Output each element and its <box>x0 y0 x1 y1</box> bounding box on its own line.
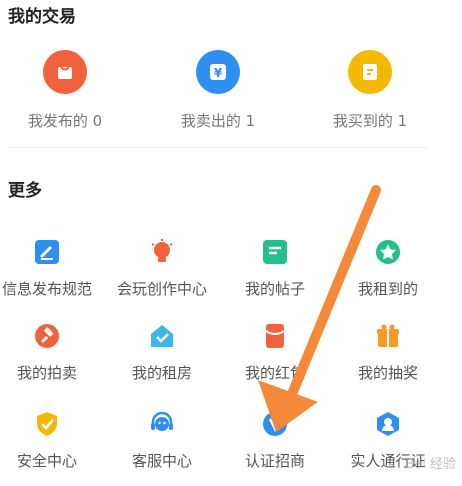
star-icon <box>372 236 404 268</box>
grid-item-label: 安全中心 <box>16 452 77 470</box>
grid-item-my-posts[interactable]: 我的帖子 <box>219 236 331 299</box>
headset-icon <box>146 408 178 440</box>
trade-label: 我发布的 0 <box>27 112 103 130</box>
yen-icon: ¥ <box>196 50 240 94</box>
grid-item-security-center[interactable]: 安全中心 <box>0 408 103 471</box>
grid-item-label: 我的帖子 <box>244 280 305 298</box>
section-title-my-trades: 我的交易 <box>8 7 76 27</box>
bag-icon <box>43 50 87 94</box>
grid-item-label: 我的红包 <box>244 364 305 382</box>
grid-item-customer-service[interactable]: 客服中心 <box>106 408 218 471</box>
person-badge-icon <box>372 408 404 440</box>
trade-item-bought[interactable]: 我买到的 1 <box>300 50 440 131</box>
grid-item-label: 会玩创作中心 <box>116 280 207 298</box>
edit-icon <box>31 236 63 268</box>
section-divider <box>8 147 428 148</box>
verified-icon <box>259 408 291 440</box>
grid-item-label: 我的拍卖 <box>16 364 77 382</box>
grid-item-label: 信息发布规范 <box>1 280 92 298</box>
post-icon <box>259 236 291 268</box>
grid-item-my-lottery[interactable]: 我的抽奖 <box>332 320 444 383</box>
section-title-more: 更多 <box>8 181 42 201</box>
grid-item-my-rented[interactable]: 我租到的 <box>332 236 444 299</box>
trade-item-sold[interactable]: ¥ 我卖出的 1 <box>148 50 288 131</box>
grid-item-realname-pass[interactable]: 实人通行证 <box>332 408 444 471</box>
grid-item-my-auctions[interactable]: 我的拍卖 <box>0 320 103 383</box>
grid-item-my-rentals[interactable]: 我的租房 <box>106 320 218 383</box>
shield-icon <box>31 408 63 440</box>
grid-item-label: 我的抽奖 <box>357 364 418 382</box>
grid-item-verified-merchants[interactable]: 认证招商 <box>219 408 331 471</box>
grid-item-label: 实人通行证 <box>350 452 426 470</box>
grid-item-label: 客服中心 <box>131 452 192 470</box>
grid-item-red-packets[interactable]: 我的红包 <box>219 320 331 383</box>
gavel-icon <box>31 320 63 352</box>
receipt-icon <box>348 50 392 94</box>
gift-icon <box>372 320 404 352</box>
trade-item-published[interactable]: 我发布的 0 <box>0 50 135 131</box>
lightbulb-icon <box>146 236 178 268</box>
grid-item-creator-center[interactable]: 会玩创作中心 <box>106 236 218 299</box>
house-icon <box>146 320 178 352</box>
grid-item-label: 我租到的 <box>357 280 418 298</box>
grid-item-posting-rules[interactable]: 信息发布规范 <box>0 236 103 299</box>
grid-item-label: 认证招商 <box>244 452 305 470</box>
svg-text:¥: ¥ <box>214 66 223 80</box>
grid-item-label: 我的租房 <box>131 364 192 382</box>
trade-label: 我卖出的 1 <box>180 112 256 130</box>
redpacket-icon <box>259 320 291 352</box>
trade-label: 我买到的 1 <box>332 112 408 130</box>
